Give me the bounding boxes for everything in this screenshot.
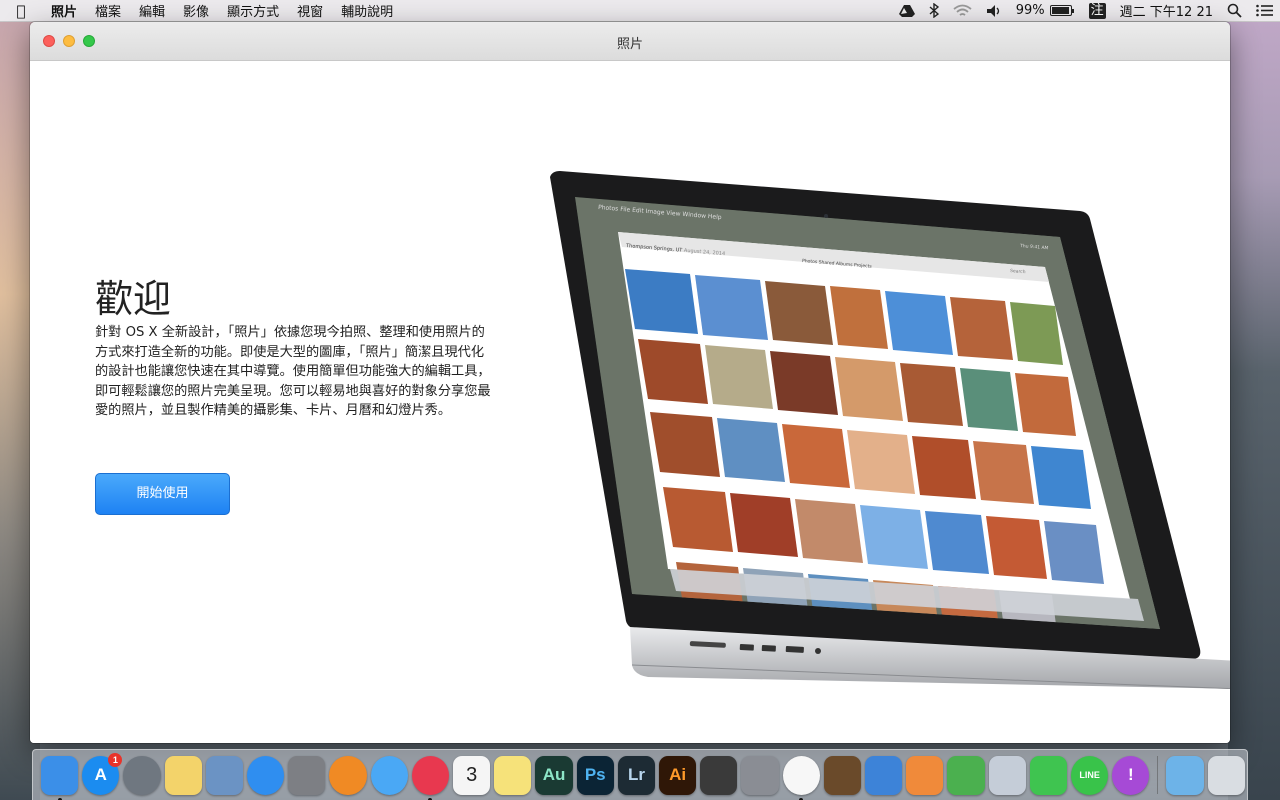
dock-finder-icon[interactable] [41,755,79,800]
volume-icon[interactable] [986,4,1002,18]
dock-line-icon[interactable]: LINE [1071,755,1109,795]
desktop-wallpaper-right [1228,22,1280,800]
menu-window[interactable]: 視窗 [288,1,332,20]
window-titlebar[interactable]: 照片 [30,22,1230,61]
dock-motion-icon[interactable] [741,755,779,795]
dock-numbers-icon[interactable] [947,755,985,795]
menu-edit[interactable]: 編輯 [130,1,174,20]
dock-keynote-icon[interactable] [865,755,903,795]
photos-window: 照片 歡迎 針對 OS X 全新設計，「照片」依據您現今拍照、整理和使用照片的方… [30,22,1230,743]
dock-audition-icon[interactable]: Au [535,755,573,795]
window-title: 照片 [616,37,643,52]
apple-menu-icon[interactable]:  [0,2,42,20]
dock-audition-glyph: Au [542,765,566,784]
dock-final-cut-pro-icon[interactable] [700,755,738,795]
dock-illustrator-glyph: Ai [669,765,687,784]
dock-launchpad-icon[interactable] [123,755,161,795]
dock-calendar-icon[interactable]: 3 [453,755,491,795]
dock-garageband-icon[interactable] [823,755,862,795]
dock-trash-icon[interactable] [1207,755,1245,795]
wifi-icon[interactable] [953,4,972,18]
menu-help[interactable]: 輔助說明 [332,1,402,20]
menu-bar:  照片 檔案 編輯 影像 顯示方式 視窗 輔助說明 99% 注 週二 下午12… [0,0,1280,22]
dock-app-store-glyph: A [94,765,107,784]
menu-view[interactable]: 顯示方式 [218,1,288,20]
dock-safari-icon[interactable] [247,755,285,795]
dock-itunes-icon[interactable] [411,755,450,800]
dock-app-store-icon[interactable]: A1 [82,752,123,795]
dock-photos-icon[interactable] [782,755,820,800]
spotlight-search-icon[interactable] [1227,3,1242,18]
dock-notes-icon[interactable] [494,755,532,795]
dock-facetime-icon[interactable] [1029,755,1068,795]
dock-messages-icon[interactable] [370,755,408,795]
dock-podcast-icon[interactable]: ! [1112,755,1150,795]
macbook-illustration: Photos File Edit Image View Window Help … [540,129,1230,690]
dock-pages-icon[interactable] [906,755,944,795]
bluetooth-icon[interactable] [929,3,939,18]
dock-photoshop-icon[interactable]: Ps [576,755,614,795]
dock-preview-icon[interactable] [205,755,244,795]
menu-app-name[interactable]: 照片 [42,1,86,20]
dock-separator [1157,756,1159,794]
dock-stickies-icon[interactable] [164,755,202,795]
dock-lightroom-icon[interactable]: Lr [617,755,656,795]
dock-illustrator-icon[interactable]: Ai [659,755,697,795]
battery-icon[interactable] [1049,5,1074,16]
get-started-button[interactable]: 開始使用 [95,473,230,515]
google-drive-icon[interactable] [898,4,915,18]
notification-center-icon[interactable] [1256,4,1273,17]
status-area: 99% 注 週二 下午12 21 [892,0,1280,22]
dock-downloads-icon[interactable] [1166,755,1204,795]
dock-system-preferences-icon[interactable] [288,755,326,795]
dock: A 1 3 Au Ps Lr Ai LINE! [32,749,1248,800]
welcome-heading: 歡迎 [95,277,172,321]
dock-preview-2-icon[interactable] [988,755,1026,795]
menu-file[interactable]: 檔案 [86,1,130,20]
welcome-description: 針對 OS X 全新設計，「照片」依據您現今拍照、整理和使用照片的方式來打造全新… [95,325,491,418]
dock-app-store-badge: 1 [108,752,123,767]
dock-ibooks-icon[interactable] [329,755,367,795]
welcome-pane: 歡迎 針對 OS X 全新設計，「照片」依據您現今拍照、整理和使用照片的方式來打… [30,61,1230,743]
dock-podcast-glyph: ! [1128,765,1134,784]
battery-percent: 99% [1015,3,1045,18]
dock-lightroom-glyph: Lr [627,765,645,784]
input-method-badge[interactable]: 注 [1088,2,1106,19]
dock-photoshop-glyph: Ps [584,765,606,784]
macbook-graphic: Photos File Edit Image View Window Help … [550,171,1230,690]
dock-line-glyph: LINE [1079,770,1100,780]
menu-image[interactable]: 影像 [174,1,218,20]
menu-clock[interactable]: 週二 下午12 21 [1120,1,1213,20]
dock-calendar-glyph: 3 [466,763,478,786]
